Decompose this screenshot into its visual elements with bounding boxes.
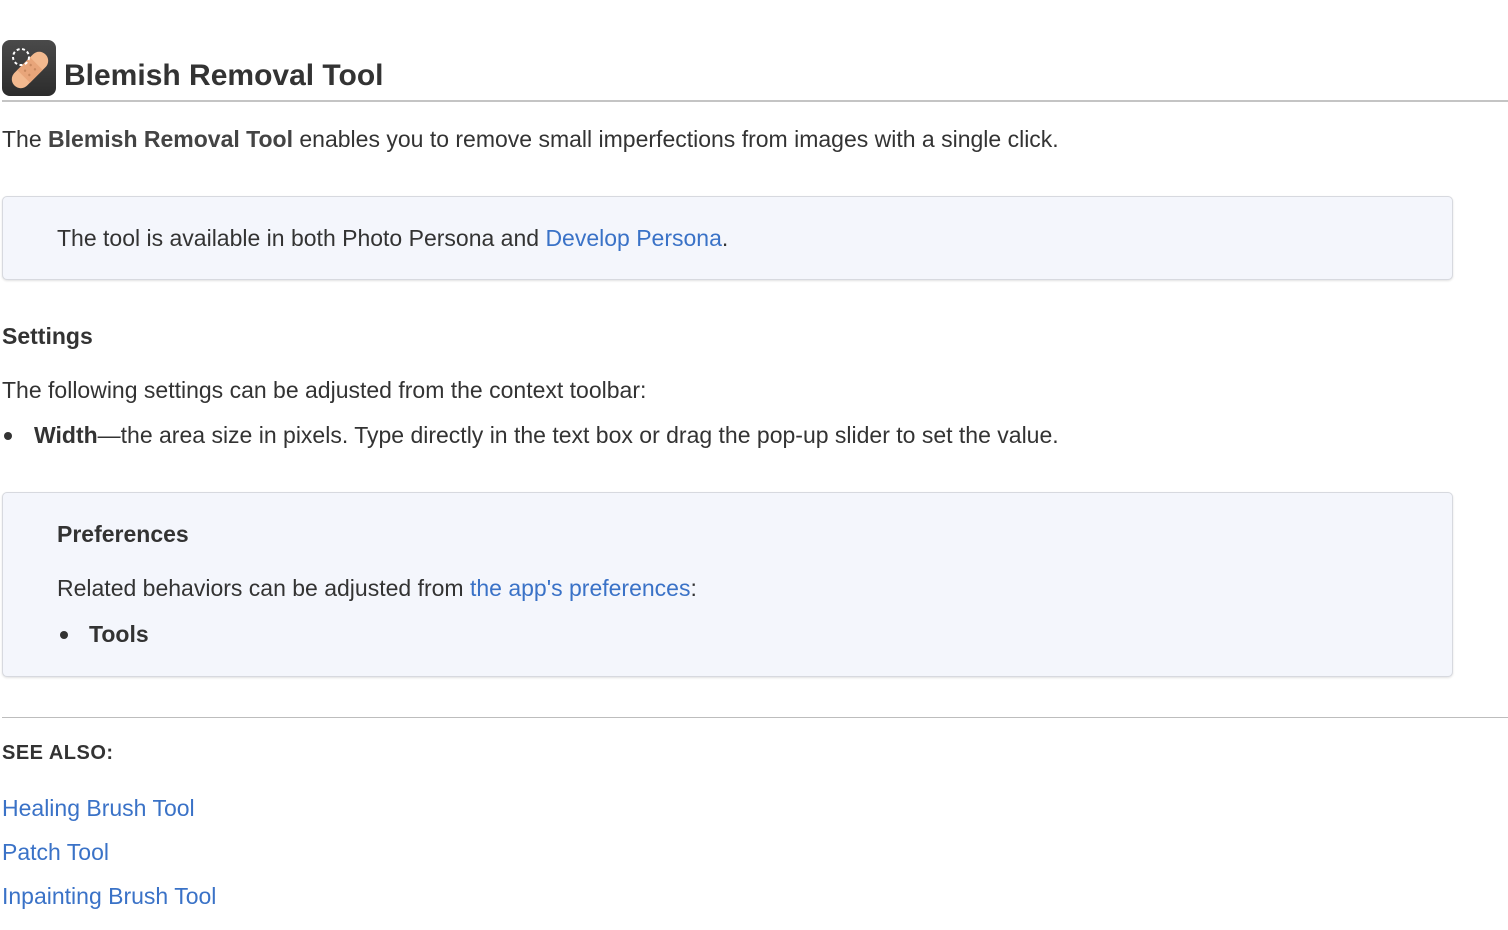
- intro-prefix: The: [2, 126, 49, 152]
- list-item: Inpainting Brush Tool: [2, 881, 216, 925]
- page-title: Blemish Removal Tool: [64, 59, 384, 92]
- preferences-description: Related behaviors can be adjusted from t…: [57, 573, 697, 603]
- see-also-heading: SEE ALSO:: [2, 742, 114, 764]
- intro-tool-name: Blemish Removal Tool: [48, 126, 293, 152]
- develop-persona-link[interactable]: Develop Persona: [545, 225, 721, 251]
- preferences-text: Related behaviors can be adjusted from: [57, 575, 470, 601]
- persona-note-box: The tool is available in both Photo Pers…: [2, 196, 1453, 280]
- settings-heading: Settings: [2, 323, 93, 349]
- note-end: .: [721, 225, 729, 251]
- preferences-end: :: [690, 575, 697, 601]
- patch-tool-link[interactable]: Patch Tool: [2, 839, 109, 865]
- preferences-heading: Preferences: [57, 521, 189, 547]
- note-text: The tool is available in both Photo Pers…: [57, 225, 546, 251]
- list-item: Healing Brush Tool: [2, 793, 216, 837]
- title-divider: [2, 100, 1508, 102]
- intro-paragraph: The Blemish Removal Tool enables you to …: [2, 124, 1059, 154]
- healing-brush-tool-link[interactable]: Healing Brush Tool: [2, 795, 195, 821]
- intro-suffix: enables you to remove small imperfection…: [293, 126, 1059, 152]
- preferences-box: Preferences Related behaviors can be adj…: [2, 492, 1453, 677]
- list-item: Tools: [57, 619, 149, 649]
- list-item: Width—the area size in pixels. Type dire…: [2, 420, 1059, 450]
- settings-list: Width—the area size in pixels. Type dire…: [2, 420, 1059, 450]
- list-item: Patch Tool: [2, 837, 216, 881]
- see-also-list: Healing Brush Tool Patch Tool Inpainting…: [2, 793, 216, 925]
- title-row: Blemish Removal Tool: [2, 34, 384, 96]
- app-preferences-link[interactable]: the app's preferences: [470, 575, 690, 601]
- setting-term: Width: [34, 422, 98, 448]
- setting-description: —the area size in pixels. Type directly …: [97, 422, 1059, 448]
- settings-description: The following settings can be adjusted f…: [2, 377, 647, 403]
- inpainting-brush-tool-link[interactable]: Inpainting Brush Tool: [2, 883, 216, 909]
- see-also-divider: [2, 717, 1508, 718]
- preferences-list: Tools: [57, 619, 149, 649]
- persona-note-text: The tool is available in both Photo Pers…: [57, 223, 728, 253]
- blemish-bandage-icon: [2, 40, 56, 96]
